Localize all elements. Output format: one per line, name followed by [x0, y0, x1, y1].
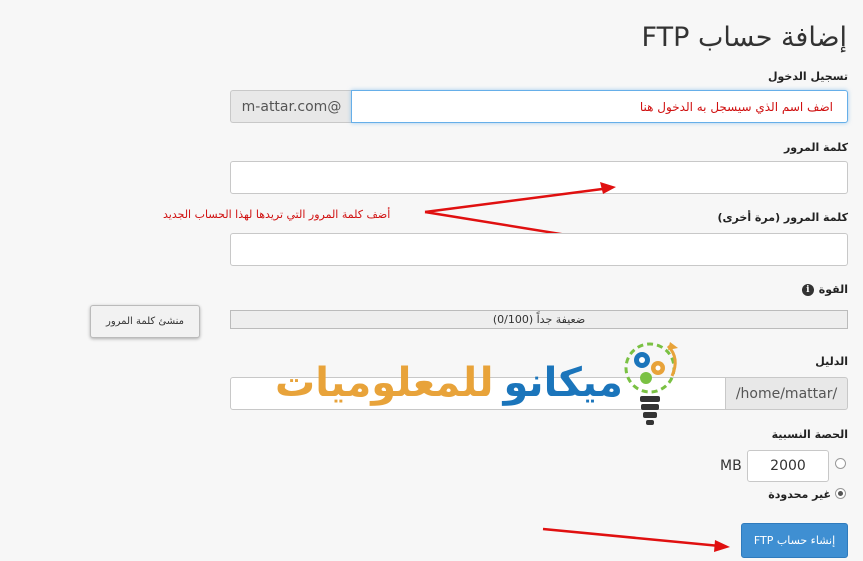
- watermark-text-2: للمعلوميات: [275, 360, 494, 406]
- login-annotation: اضف اسم الذي سيسجل به الدخول هنا: [639, 100, 833, 114]
- arrow-head-upper: [600, 182, 616, 194]
- bulb-base-3: [643, 412, 657, 418]
- strength-header: القوة i: [801, 283, 848, 296]
- gear-green: [640, 372, 652, 384]
- bulb-tip: [646, 420, 654, 425]
- lightbulb-gears-icon: [624, 342, 678, 425]
- submit-arrow-line: [542, 527, 721, 548]
- bulb-gear-ring: [624, 342, 676, 394]
- watermark-text-1: ميكانو: [503, 360, 623, 406]
- quota-amount-input[interactable]: 2000: [747, 450, 829, 482]
- arrow-line-upper: [424, 186, 611, 214]
- strength-meter: ضعيفة جداً (0/100): [230, 310, 848, 329]
- create-ftp-account-button[interactable]: إنشاء حساب FTP: [741, 523, 848, 558]
- password-again-input[interactable]: [230, 233, 848, 266]
- login-input[interactable]: اضف اسم الذي سيسجل به الدخول هنا: [351, 90, 848, 123]
- password-label: كلمة المرور: [783, 141, 848, 154]
- gear-blue-hub: [639, 357, 645, 363]
- bulb-base-1: [640, 396, 660, 402]
- quota-unlimited-radio[interactable]: [835, 488, 846, 499]
- login-label: تسجيل الدخول: [767, 70, 848, 83]
- info-icon[interactable]: i: [801, 283, 814, 296]
- directory-label: الدليل: [815, 355, 848, 368]
- submit-annotation-arrow: [542, 527, 730, 552]
- quota-unlimited-label: غير محدودة: [768, 488, 831, 501]
- bulb-arc-arrow: [668, 342, 678, 350]
- bulb-base-2: [641, 404, 659, 410]
- submit-arrow-head: [714, 540, 730, 552]
- quota-label: الحصة النسبية: [771, 428, 848, 441]
- strength-meter-text: ضعيفة جداً (0/100): [492, 313, 586, 326]
- strength-label: القوة: [818, 283, 848, 296]
- password-generator-button[interactable]: منشئ كلمة المرور: [90, 305, 200, 338]
- password-annotation: أضف كلمة المرور التي تريدها لهذا الحساب …: [163, 208, 391, 221]
- gear-orange-hub: [655, 365, 661, 371]
- page-title: إضافة حساب FTP: [641, 22, 847, 53]
- quota-unit: MB: [720, 458, 742, 474]
- quota-amount-radio[interactable]: [835, 458, 846, 469]
- directory-prefix: /home/mattar/: [725, 377, 848, 410]
- watermark-logo: ميكانو للمعلوميات: [275, 360, 623, 406]
- password-again-label: كلمة المرور (مرة أخرى): [717, 211, 848, 224]
- domain-suffix: m-attar.com@: [230, 90, 352, 123]
